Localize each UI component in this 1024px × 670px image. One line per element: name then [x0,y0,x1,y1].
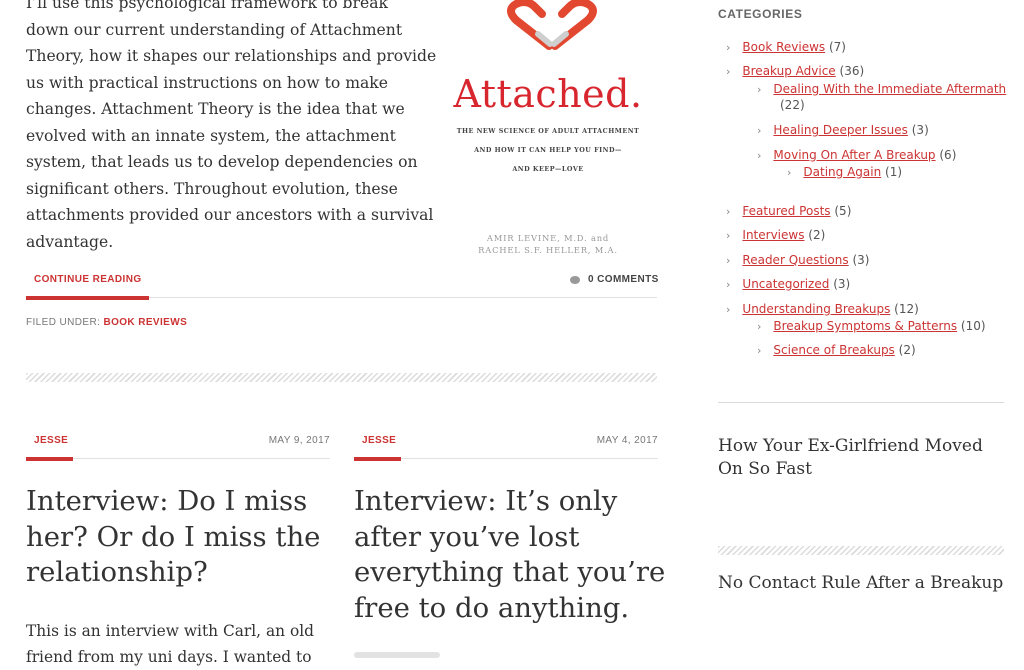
category-link[interactable]: Healing Deeper Issues [773,123,908,137]
category-link[interactable]: Breakup Symptoms & Patterns [773,319,957,333]
category-count: (12) [894,302,919,316]
category-item: › Interviews (2) [726,227,825,244]
category-link[interactable]: Reader Questions [742,253,848,267]
post-excerpt: This is an interview with Carl, an old f… [26,618,314,670]
category-count: (1) [885,165,903,179]
post-title-line: everything that you’re [354,556,666,588]
category-link[interactable]: Science of Breakups [773,343,894,357]
author-underline [26,457,73,461]
categories-heading: CATEGORIES [718,7,803,21]
category-count: (10) [960,319,986,333]
chevron-right-icon: › [726,41,731,54]
chevron-right-icon: › [726,278,731,291]
chevron-right-icon: › [726,65,731,78]
chevron-right-icon: › [726,205,731,218]
category-item: › Science of Breakups (2) [757,342,916,359]
category-count: (7) [828,40,846,54]
sidebar-divider [718,546,1004,555]
sidebar-post-title-line: No Contact Rule After a Breakup [718,573,1004,593]
chevron-right-icon: › [726,229,731,242]
category-count: (36) [839,64,865,78]
category-item: › Breakup Symptoms & Patterns (10) [757,318,986,335]
category-count: (2) [898,343,916,357]
category-count: (3) [852,253,870,267]
author-underline [354,457,401,461]
excerpt-line: This is an interview with Carl, an old [26,622,314,640]
category-link[interactable]: Dating Again [803,165,881,179]
category-item: › Dealing With the Immediate Aftermath [757,81,1006,98]
sidebar-post-link[interactable]: No Contact Rule After a Breakup [718,572,1003,595]
post-title-line: free to do anything. [354,591,630,624]
category-link[interactable]: Book Reviews [742,40,825,54]
category-link[interactable]: Interviews [742,228,804,242]
category-item: › Understanding Breakups (12) [726,301,919,318]
sidebar-divider [718,402,1004,403]
category-item: › Moving On After A Breakup (6) [757,147,956,164]
category-link[interactable]: Breakup Advice [742,64,835,78]
chevron-right-icon: › [787,166,792,179]
excerpt-line: friend from my uni days. I wanted to [26,648,312,666]
post-title-line: Interview: Do I miss [26,485,308,517]
chevron-right-icon: › [726,254,731,267]
category-item: › Reader Questions (3) [726,252,869,269]
category-link[interactable]: Featured Posts [742,204,830,218]
post-author-link[interactable]: JESSE [34,435,68,446]
post-date: MAY 4, 2017 [596,435,658,446]
chevron-right-icon: › [757,83,762,96]
post-title-line: relationship? [26,556,208,588]
post-title-line: her? Or do I miss the [26,520,321,553]
category-count: (3) [833,277,851,291]
meta-divider [401,458,658,459]
post-title-link[interactable]: Interview: Do I miss her? Or do I miss t… [26,484,320,591]
category-item: › Book Reviews (7) [726,39,846,56]
post-card: JESSE MAY 4, 2017 Interview: It’s only a… [354,0,665,659]
category-item: › Healing Deeper Issues (3) [757,122,929,139]
chevron-right-icon: › [726,303,731,316]
chevron-right-icon: › [757,149,762,162]
category-count: (3) [911,123,929,137]
category-item: › Breakup Advice (36) [726,63,864,80]
post-title-line: after you’ve lost [354,520,580,553]
category-count: (6) [939,148,957,162]
post-title-link[interactable]: Interview: It’s only after you’ve lost e… [354,484,665,626]
category-count: (5) [834,204,852,218]
post-card: JESSE MAY 9, 2017 Interview: Do I miss h… [26,0,330,666]
category-link[interactable]: Understanding Breakups [742,302,890,316]
chevron-right-icon: › [757,320,762,333]
meta-divider [73,458,330,459]
post-excerpt-fragment [354,652,440,658]
post-author-link[interactable]: JESSE [362,435,396,446]
sidebar-post-link[interactable]: How Your Ex-Girlfriend Moved On So Fast [718,435,983,481]
sidebar-post-title-line: How Your Ex-Girlfriend Moved [718,436,983,456]
category-count: (2) [808,228,826,242]
category-link[interactable]: Dealing With the Immediate Aftermath [773,82,1006,96]
post-date: MAY 9, 2017 [268,435,330,446]
chevron-right-icon: › [757,124,762,137]
category-item: › Uncategorized (3) [726,276,850,293]
chevron-right-icon: › [757,344,762,357]
category-item: › Featured Posts (5) [726,203,851,220]
post-title-line: Interview: It’s only [354,485,618,517]
category-item: › Dating Again (1) [787,164,902,181]
category-link[interactable]: Uncategorized [742,277,829,291]
sidebar-post-title-line: On So Fast [718,459,812,479]
category-count-wrapped: (22) [780,98,805,112]
sidebar: CATEGORIES › Book Reviews (7) › Breakup Ad… [718,0,1006,659]
category-link[interactable]: Moving On After A Breakup [773,148,935,162]
